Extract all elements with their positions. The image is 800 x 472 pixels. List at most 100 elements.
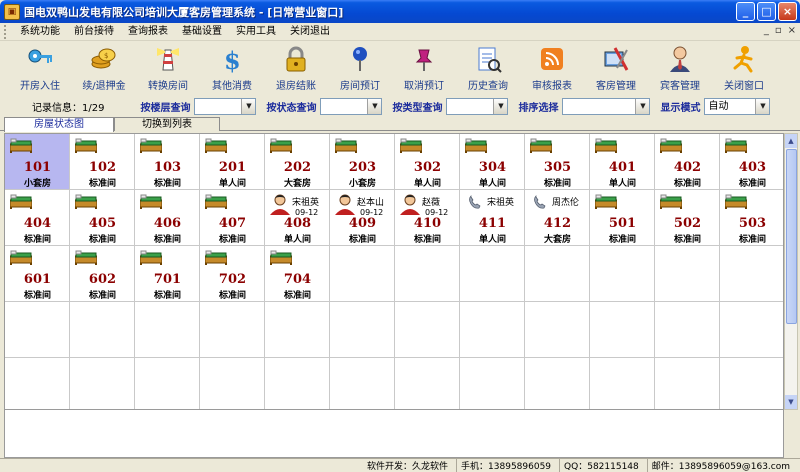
menu-settings[interactable]: 基础设置 bbox=[175, 23, 229, 41]
tab-list-view[interactable]: 切换到列表 bbox=[114, 117, 220, 131]
toolbar-button-2[interactable]: 转换房间 bbox=[136, 41, 200, 95]
room-cell[interactable]: 501 标准间 bbox=[590, 190, 655, 246]
minimize-button[interactable]: _ bbox=[736, 2, 755, 21]
mdi-minimize-button[interactable]: _ bbox=[764, 25, 769, 36]
toolbar-button-label: 客房管理 bbox=[596, 81, 636, 92]
room-cell[interactable]: 401 单人间 bbox=[590, 134, 655, 190]
room-number: 203 bbox=[348, 160, 377, 175]
room-number: 405 bbox=[88, 216, 117, 231]
room-cell[interactable]: 宋祖英 09-12 408 单人间 bbox=[265, 190, 330, 246]
menu-reception[interactable]: 前台接待 bbox=[67, 23, 121, 41]
room-cell[interactable]: 305 标准间 bbox=[525, 134, 590, 190]
toolbar-button-label: 开房入住 bbox=[20, 81, 60, 92]
room-cell[interactable]: 403 标准间 bbox=[720, 134, 783, 190]
toolbar-button-label: 关闭窗口 bbox=[724, 81, 764, 92]
chevron-down-icon: ▼ bbox=[493, 98, 508, 114]
toolbar-button-label: 转换房间 bbox=[148, 81, 188, 92]
room-cell[interactable]: 宋祖英 411 单人间 bbox=[460, 190, 525, 246]
title-bar[interactable]: ▣ 国电双鸭山发电有限公司培训大厦客房管理系统 - [日常营业窗口] _ □ × bbox=[0, 0, 800, 23]
chevron-down-icon: ▼ bbox=[241, 98, 256, 114]
room-cell[interactable]: 202 大套房 bbox=[265, 134, 330, 190]
display-mode-select[interactable]: 自动 ▼ bbox=[704, 97, 771, 115]
tab-room-status[interactable]: 房屋状态图 bbox=[4, 117, 114, 132]
room-cell[interactable]: 402 标准间 bbox=[655, 134, 720, 190]
scroll-thumb[interactable] bbox=[786, 149, 797, 324]
mdi-restore-button[interactable]: ▫ bbox=[775, 25, 782, 36]
room-number: 403 bbox=[738, 160, 767, 175]
type-filter-label: 按类型查询 bbox=[392, 102, 443, 114]
room-cell[interactable]: 201 单人间 bbox=[200, 134, 265, 190]
room-cell[interactable]: 502 标准间 bbox=[655, 190, 720, 246]
toolbar-button-4[interactable]: 退房结账 bbox=[264, 41, 328, 95]
room-cell[interactable]: 406 标准间 bbox=[135, 190, 200, 246]
coins-icon: $ bbox=[89, 44, 119, 74]
chevron-down-icon: ▼ bbox=[755, 98, 770, 114]
room-number: 502 bbox=[673, 216, 702, 231]
menu-tools[interactable]: 实用工具 bbox=[229, 23, 283, 41]
menu-reports[interactable]: 查询报表 bbox=[121, 23, 175, 41]
room-cell[interactable]: 407 标准间 bbox=[200, 190, 265, 246]
guest-avatar-icon bbox=[398, 193, 422, 215]
toolbar: 开房入住 $ 续/退押金 转换房间 $ 其他消费 退房结账 房间预订 取消预订 历史查询 审核报表 客… bbox=[0, 41, 800, 95]
toolbar-button-3[interactable]: $ 其他消费 bbox=[200, 41, 264, 95]
guest-name: 宋祖英 bbox=[292, 198, 320, 208]
status-select[interactable]: ▼ bbox=[320, 97, 383, 115]
menu-system[interactable]: 系统功能 bbox=[13, 23, 67, 41]
scroll-up-icon[interactable]: ▲ bbox=[785, 134, 797, 148]
room-cell[interactable]: 103 标准间 bbox=[135, 134, 200, 190]
room-cell[interactable]: 赵薇 09-12 410 标准间 bbox=[395, 190, 460, 246]
room-cell[interactable]: 赵本山 09-12 409 标准间 bbox=[330, 190, 395, 246]
room-cell[interactable]: 404 标准间 bbox=[5, 190, 70, 246]
room-number: 501 bbox=[608, 216, 637, 231]
toolbar-button-6[interactable]: 取消预订 bbox=[392, 41, 456, 95]
scroll-down-icon[interactable]: ▼ bbox=[785, 395, 797, 409]
maximize-button[interactable]: □ bbox=[757, 2, 776, 21]
status-bar: 软件开发：久龙软件 手机：13895896059 QQ：582115148 邮件… bbox=[0, 458, 800, 472]
bed-icon bbox=[659, 138, 683, 153]
room-cell[interactable]: 503 标准间 bbox=[720, 190, 783, 246]
bed-icon bbox=[139, 250, 163, 265]
room-cell[interactable]: 203 小套房 bbox=[330, 134, 395, 190]
toolbar-button-5[interactable]: 房间预订 bbox=[328, 41, 392, 95]
sort-select[interactable]: ▼ bbox=[562, 97, 651, 115]
mdi-close-button[interactable]: × bbox=[788, 25, 796, 36]
toolbar-button-11[interactable]: 关闭窗口 bbox=[712, 41, 776, 95]
room-cell[interactable]: 102 标准间 bbox=[70, 134, 135, 190]
bed-icon bbox=[269, 250, 293, 265]
room-number: 701 bbox=[153, 272, 182, 287]
close-button[interactable]: × bbox=[778, 2, 797, 21]
guest-name: 赵薇 bbox=[422, 198, 441, 208]
room-type: 标准间 bbox=[413, 235, 441, 245]
menu-exit[interactable]: 关闭退出 bbox=[283, 23, 337, 41]
toolbar-button-1[interactable]: $ 续/退押金 bbox=[72, 41, 136, 95]
room-cell[interactable]: 601 标准间 bbox=[5, 246, 70, 302]
room-type: 标准间 bbox=[23, 291, 51, 301]
guest-name: 宋祖英 bbox=[487, 198, 515, 208]
bed-icon bbox=[594, 138, 618, 153]
toolbar-button-7[interactable]: 历史查询 bbox=[456, 41, 520, 95]
toolbar-button-10[interactable]: 宾客管理 bbox=[648, 41, 712, 95]
room-cell[interactable]: 304 单人间 bbox=[460, 134, 525, 190]
room-number: 102 bbox=[88, 160, 117, 175]
room-cell[interactable]: 704 标准间 bbox=[265, 246, 330, 302]
room-number: 302 bbox=[413, 160, 442, 175]
toolbar-button-8[interactable]: 审核报表 bbox=[520, 41, 584, 95]
room-type: 标准间 bbox=[88, 235, 116, 245]
room-number: 101 bbox=[23, 160, 52, 175]
room-cell[interactable]: 405 标准间 bbox=[70, 190, 135, 246]
room-cell[interactable]: 302 单人间 bbox=[395, 134, 460, 190]
bed-icon bbox=[139, 194, 163, 209]
bed-icon bbox=[9, 250, 33, 265]
floor-select[interactable]: ▼ bbox=[194, 97, 257, 115]
room-cell[interactable]: 602 标准间 bbox=[70, 246, 135, 302]
toolbar-button-9[interactable]: 客房管理 bbox=[584, 41, 648, 95]
room-cell[interactable]: 702 标准间 bbox=[200, 246, 265, 302]
room-cell[interactable]: 周杰伦 412 大套房 bbox=[525, 190, 590, 246]
room-cell[interactable]: 101 小套房 bbox=[5, 134, 70, 190]
type-select[interactable]: ▼ bbox=[446, 97, 509, 115]
bed-icon bbox=[74, 194, 98, 209]
vertical-scrollbar[interactable]: ▲ ▼ bbox=[784, 133, 798, 410]
room-type: 标准间 bbox=[88, 179, 116, 189]
toolbar-button-0[interactable]: 开房入住 bbox=[8, 41, 72, 95]
room-cell[interactable]: 701 标准间 bbox=[135, 246, 200, 302]
